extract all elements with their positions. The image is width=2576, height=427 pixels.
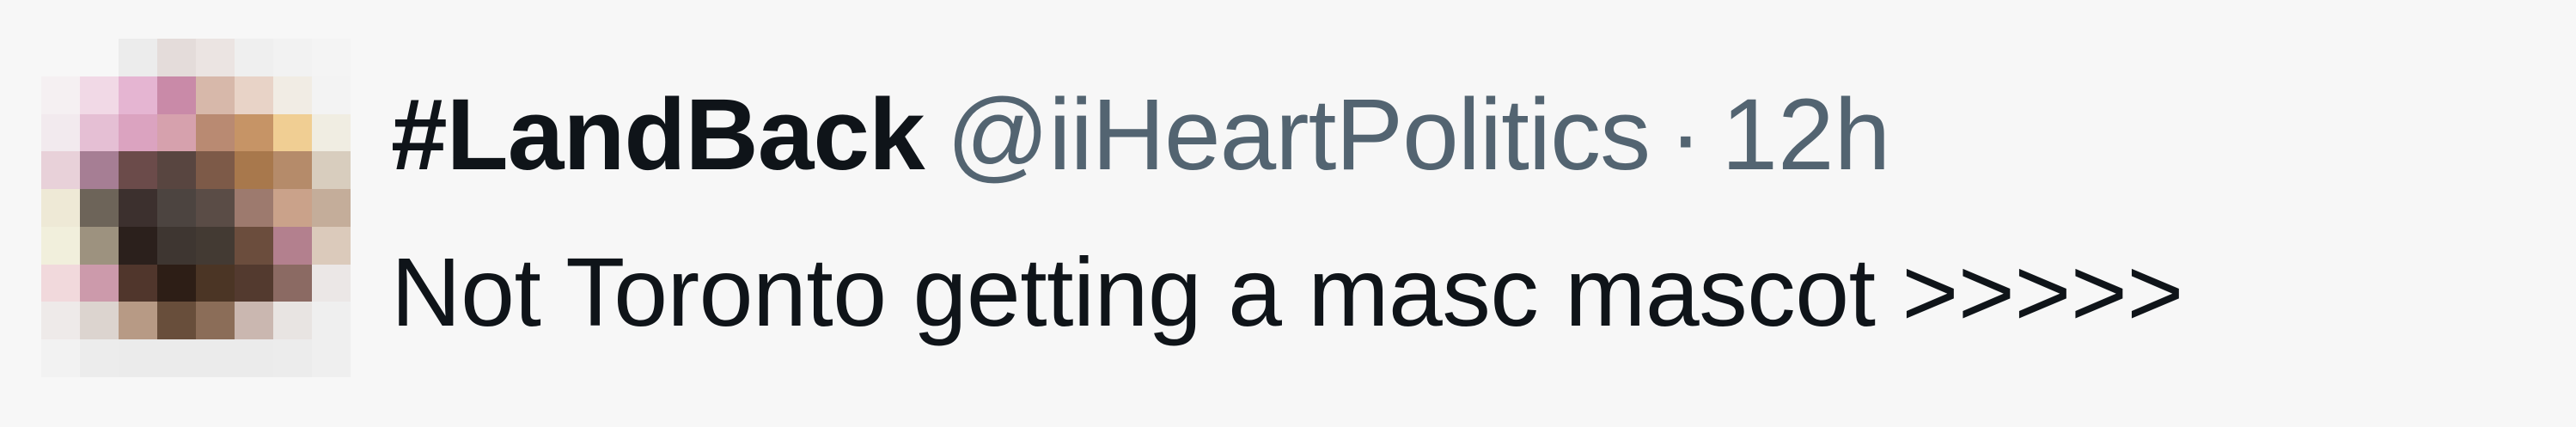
avatar-pixel [119,302,157,340]
display-name[interactable]: #LandBack [391,78,925,192]
avatar-pixel [80,151,119,190]
avatar-pixel [312,189,351,227]
timestamp[interactable]: 12h [1721,78,1890,192]
avatar-pixel [312,302,351,340]
avatar-pixel [235,113,273,152]
avatar-pixel [119,226,157,265]
user-handle[interactable]: @iiHeartPolitics [947,78,1651,192]
avatar-pixel [273,189,312,227]
avatar-pixel [312,226,351,265]
avatar-pixel [80,302,119,340]
avatar-pixel [41,226,80,265]
avatar-pixel [157,264,196,302]
avatar-pixel [273,339,312,377]
avatar-pixel [119,39,157,76]
avatar-pixel [196,264,235,302]
avatar-pixel [80,339,119,377]
avatar-pixel [312,151,351,190]
avatar-pixel [196,339,235,377]
avatar-pixel [80,113,119,152]
avatar-pixel [119,339,157,377]
avatar-pixel [41,264,80,302]
avatar-pixel [235,264,273,302]
avatar-pixel [196,302,235,340]
avatar-pixel [273,113,312,152]
avatar-pixel [196,76,235,114]
avatar-pixel [196,39,235,76]
avatar-pixel [312,76,351,114]
avatar-pixel [157,76,196,114]
avatar-pixel [157,113,196,152]
avatar[interactable] [41,39,351,377]
tweet-text: Not Toronto getting a masc mascot >>>>> [391,238,2183,346]
avatar-pixel [80,39,119,76]
avatar-pixel [157,302,196,340]
avatar-pixel [119,151,157,190]
avatar-pixel [157,226,196,265]
avatar-pixel [235,226,273,265]
avatar-pixel [235,39,273,76]
avatar-pixel [273,39,312,76]
avatar-pixel [273,76,312,114]
avatar-pixel [119,189,157,227]
avatar-pixel [196,226,235,265]
avatar-pixel [157,151,196,190]
avatar-pixel [119,76,157,114]
avatar-pixel [196,151,235,190]
avatar-pixel [41,39,80,76]
avatar-pixel [312,339,351,377]
avatar-pixel [157,339,196,377]
avatar-pixel [119,264,157,302]
avatar-pixel [235,302,273,340]
avatar-pixel [80,226,119,265]
avatar-pixel [312,39,351,76]
avatar-pixel [196,113,235,152]
avatar-pixel [235,189,273,227]
tweet-header: #LandBack @iiHeartPolitics · 12h [391,79,1890,191]
avatar-pixel [235,339,273,377]
avatar-pixel [41,302,80,340]
avatar-pixel [41,339,80,377]
avatar-pixel [312,264,351,302]
separator-dot: · [1669,78,1703,192]
avatar-pixel [157,189,196,227]
avatar-pixel [119,113,157,152]
avatar-pixel [41,76,80,114]
avatar-pixel [273,264,312,302]
avatar-pixel [41,151,80,190]
avatar-pixel [157,39,196,76]
avatar-pixel [80,76,119,114]
avatar-pixel [196,189,235,227]
avatar-pixel [273,302,312,340]
avatar-pixel [80,264,119,302]
avatar-pixel [273,226,312,265]
avatar-pixel [273,151,312,190]
avatar-pixel [80,189,119,227]
tweet-card[interactable]: #LandBack @iiHeartPolitics · 12h Not Toront… [0,0,2576,427]
avatar-pixel [312,113,351,152]
avatar-pixel [235,76,273,114]
avatar-pixel [235,151,273,190]
avatar-pixel [41,189,80,227]
avatar-pixel [41,113,80,152]
